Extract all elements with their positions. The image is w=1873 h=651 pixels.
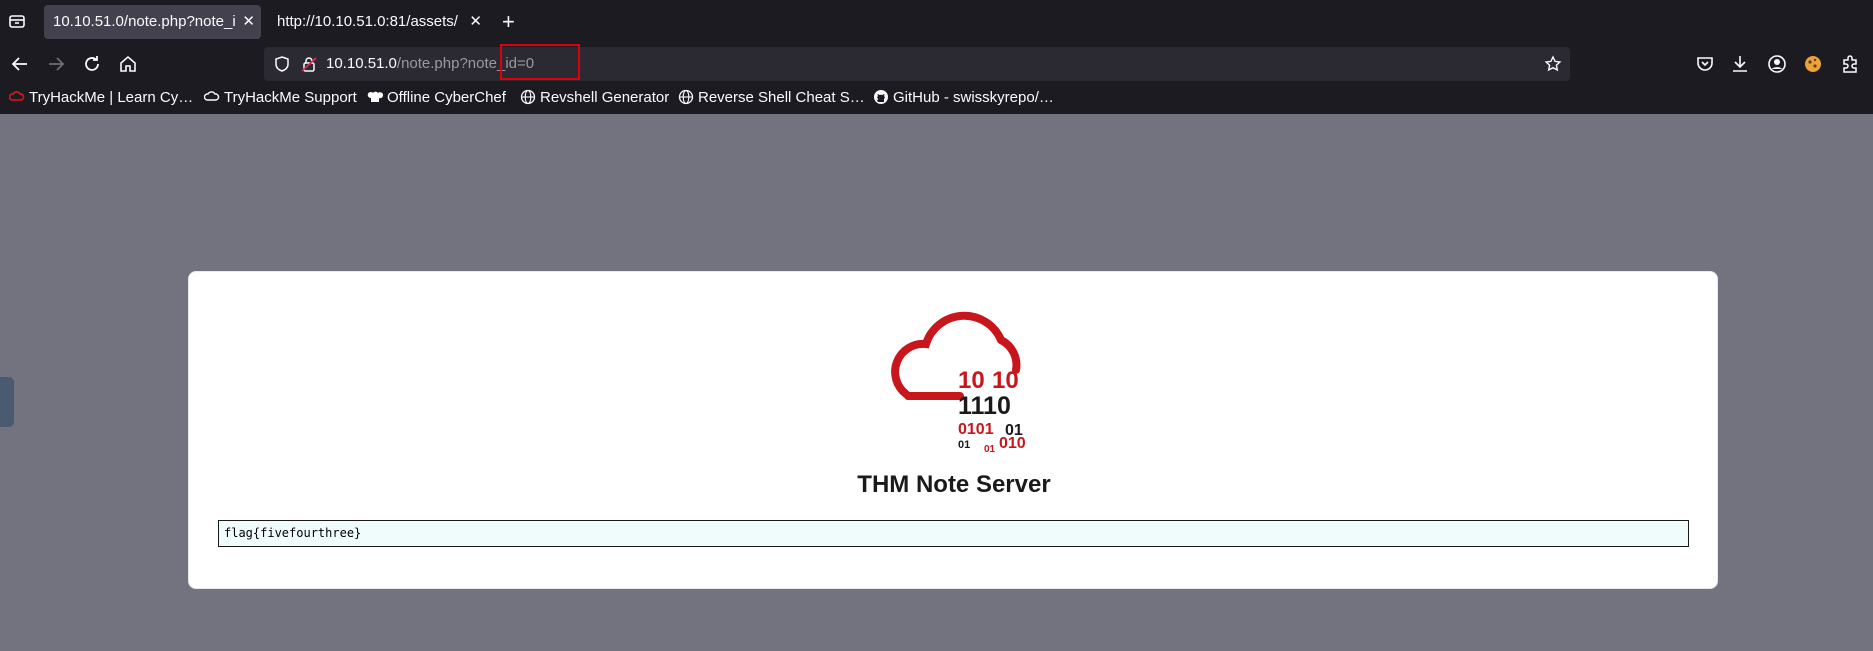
- tab-title: 10.10.51.0/note.php?note_id=0: [53, 13, 235, 30]
- browser-chrome: 10.10.51.0/note.php?note_id=0 ✕ http://1…: [0, 0, 1873, 114]
- close-icon[interactable]: ✕: [469, 5, 482, 39]
- logo-digits: 1110: [958, 392, 1011, 420]
- logo-digits: 01: [958, 439, 970, 451]
- reload-icon[interactable]: [80, 52, 104, 76]
- bookmark-label: GitHub - swisskyrepo/…: [893, 89, 1054, 106]
- logo-digits: 10: [958, 367, 985, 394]
- bookmarks-toolbar: TryHackMe | Learn Cy… TryHackMe Support …: [0, 84, 1873, 114]
- github-icon: [874, 90, 888, 104]
- new-tab-icon[interactable]: +: [502, 8, 515, 36]
- downloads-icon[interactable]: [1728, 52, 1752, 76]
- bookmark-label: Offline CyberChef: [387, 89, 506, 106]
- cloud-icon: [204, 91, 220, 101]
- logo-digits: 0101: [958, 421, 994, 438]
- logo-digits: 10: [992, 367, 1019, 394]
- forward-icon[interactable]: [44, 52, 68, 76]
- pocket-icon[interactable]: [1693, 52, 1717, 76]
- back-icon[interactable]: [8, 52, 32, 76]
- tab-bar: 10.10.51.0/note.php?note_id=0 ✕ http://1…: [0, 0, 1873, 44]
- logo-digits: 01: [984, 444, 996, 452]
- nav-bar: 10.10.51.0/note.php?note_id=0: [0, 44, 1873, 84]
- insecure-lock-icon[interactable]: [300, 55, 318, 73]
- note-card: 10 10 1110 0101 01 01 010 01 THM Note Se…: [188, 271, 1718, 589]
- highlight-box: [500, 44, 580, 80]
- bookmark-label: Revshell Generator: [540, 89, 670, 106]
- shield-icon[interactable]: [273, 55, 291, 73]
- tab-title: http://10.10.51.0:81/assets/: [277, 13, 458, 30]
- note-content[interactable]: flag{fivefourthree}: [218, 520, 1689, 547]
- bookmark-revshell-cheat[interactable]: Reverse Shell Cheat S…: [678, 89, 865, 106]
- chef-icon: [367, 91, 383, 102]
- extension-cookie-icon[interactable]: [1801, 52, 1825, 76]
- thm-note-server-logo: 10 10 1110 0101 01 01 010 01: [891, 311, 1026, 452]
- bookmark-revshell[interactable]: Revshell Generator: [520, 89, 669, 106]
- bookmark-thm-support[interactable]: TryHackMe Support: [204, 89, 357, 106]
- logo-digits: 010: [999, 435, 1026, 452]
- side-panel-tab[interactable]: [0, 377, 14, 427]
- bookmark-label: TryHackMe | Learn Cy…: [29, 89, 194, 106]
- bookmark-star-icon[interactable]: [1544, 55, 1562, 73]
- extensions-icon[interactable]: [1838, 52, 1862, 76]
- globe-icon: [678, 89, 694, 105]
- close-icon[interactable]: ✕: [242, 5, 255, 39]
- bookmark-github[interactable]: GitHub - swisskyrepo/…: [873, 89, 1054, 106]
- tab-list-icon[interactable]: [6, 10, 28, 32]
- url-bar[interactable]: 10.10.51.0/note.php?note_id=0: [264, 47, 1570, 81]
- bookmark-label: Reverse Shell Cheat S…: [698, 89, 865, 106]
- page-title: THM Note Server: [857, 471, 1051, 498]
- thm-icon: [9, 91, 25, 101]
- bookmark-tryhackme[interactable]: TryHackMe | Learn Cy…: [9, 89, 193, 106]
- tab-assets[interactable]: http://10.10.51.0:81/assets/ ✕: [268, 5, 488, 39]
- home-icon[interactable]: [116, 52, 140, 76]
- bookmark-label: TryHackMe Support: [224, 89, 357, 106]
- tab-note[interactable]: 10.10.51.0/note.php?note_id=0 ✕: [44, 5, 261, 39]
- account-icon[interactable]: [1765, 52, 1789, 76]
- globe-icon: [520, 89, 536, 105]
- bookmark-cyberchef[interactable]: Offline CyberChef: [367, 89, 506, 106]
- url-host: 10.10.51.0: [326, 55, 397, 72]
